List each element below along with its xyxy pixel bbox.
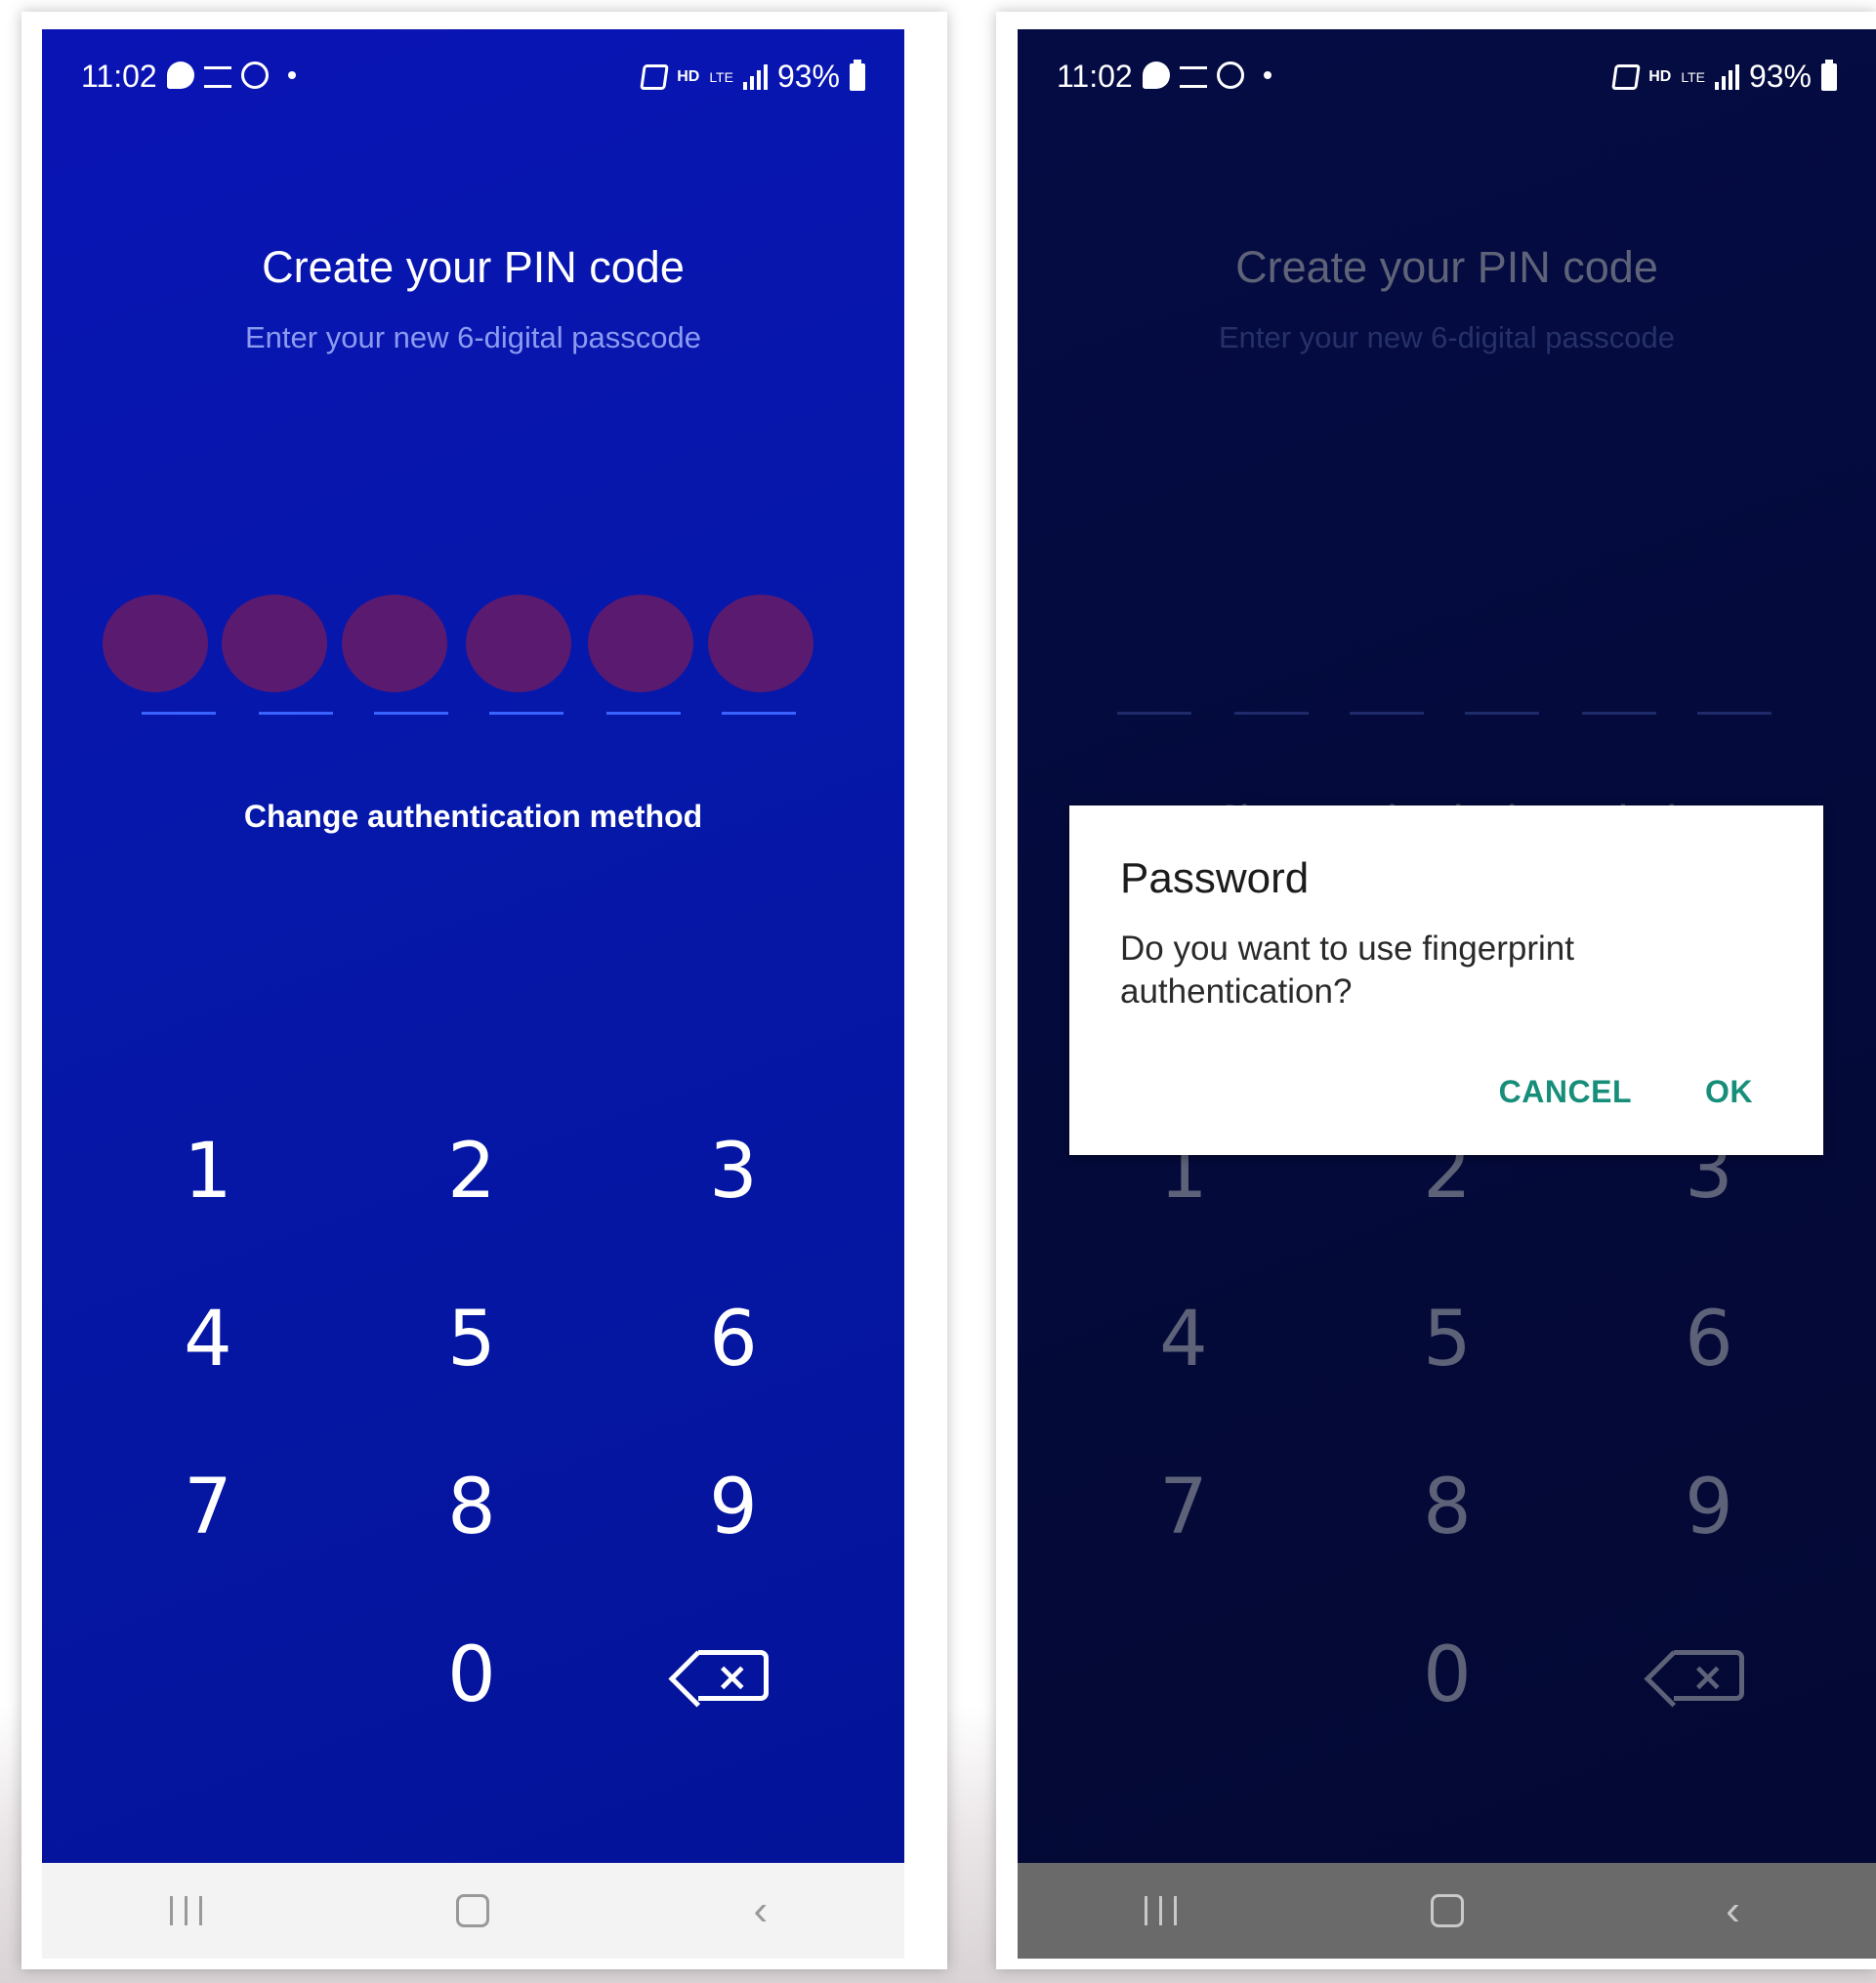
dialog-title: Password	[1120, 854, 1310, 902]
backspace-icon: ×	[1674, 1650, 1744, 1701]
key-2[interactable]: 2	[384, 1103, 560, 1240]
key-0[interactable]: 0	[384, 1607, 560, 1744]
battery-icon	[1821, 59, 1837, 91]
battery-icon	[850, 59, 865, 91]
key-5: 5	[1423, 1296, 1472, 1384]
dialog-message: Do you want to use fingerprint authentic…	[1120, 930, 1574, 1011]
talk-notification-icon	[1143, 62, 1170, 89]
system-nav-bar: ‹	[1018, 1863, 1876, 1959]
key-4[interactable]: 4	[120, 1271, 296, 1408]
status-time: 11:02	[1057, 59, 1133, 94]
screenshot-frame-left: 11:02 HD LTE 93% Create your PIN code En…	[21, 12, 947, 1969]
recents-icon[interactable]	[156, 1891, 215, 1930]
mute-icon	[640, 63, 670, 90]
pin-dot	[588, 595, 693, 692]
mute-icon	[1611, 63, 1642, 90]
fingerprint-dialog: Password Do you want to use fingerprint …	[1069, 806, 1823, 1155]
key-8[interactable]: 8	[384, 1439, 560, 1576]
more-notifications-icon	[1264, 71, 1272, 79]
lte-icon: LTE	[709, 68, 733, 85]
key-9[interactable]: 9	[646, 1439, 821, 1576]
key-0: 0	[1423, 1632, 1472, 1719]
pin-underline	[1697, 712, 1772, 715]
pin-underline	[722, 712, 796, 715]
recents-icon[interactable]	[1132, 1891, 1190, 1930]
health-icon	[241, 62, 269, 89]
weather-icon	[1180, 65, 1207, 88]
lte-icon: LTE	[1681, 68, 1705, 85]
cancel-button[interactable]: CANCEL	[1499, 1074, 1632, 1110]
page-subtitle: Enter your new 6-digital passcode	[245, 320, 701, 354]
pin-dot	[103, 595, 208, 692]
screenshot-frame-right: 11:02 HD LTE 93% Create your PIN code En…	[996, 12, 1876, 1969]
home-icon[interactable]	[443, 1891, 502, 1930]
key-9: 9	[1685, 1464, 1733, 1551]
status-bar: 11:02 HD LTE 93%	[1018, 29, 1876, 107]
ok-button[interactable]: OK	[1705, 1074, 1753, 1110]
hd-voice-icon: HD	[677, 67, 700, 85]
hd-voice-icon: HD	[1648, 67, 1672, 85]
status-time: 11:02	[81, 59, 157, 94]
pin-dot	[466, 595, 571, 692]
more-notifications-icon	[288, 71, 296, 79]
pin-underline	[489, 712, 563, 715]
signal-icon	[742, 63, 768, 90]
page-title: Create your PIN code	[1235, 242, 1658, 292]
pin-underline	[606, 712, 681, 715]
key-6[interactable]: 6	[646, 1271, 821, 1408]
pin-indicator	[1078, 595, 1791, 717]
pin-indicator	[103, 595, 815, 717]
battery-percent: 93%	[776, 59, 840, 94]
key-5[interactable]: 5	[384, 1271, 560, 1408]
key-8: 8	[1423, 1464, 1472, 1551]
page-subtitle: Enter your new 6-digital passcode	[1219, 320, 1675, 354]
home-icon[interactable]	[1418, 1891, 1477, 1930]
pin-underline	[259, 712, 333, 715]
weather-icon	[204, 65, 231, 88]
pin-underline	[142, 712, 216, 715]
talk-notification-icon	[167, 62, 194, 89]
key-6: 6	[1685, 1296, 1733, 1384]
phone-screen-right: 11:02 HD LTE 93% Create your PIN code En…	[1018, 29, 1876, 1959]
pin-dot	[342, 595, 447, 692]
signal-icon	[1714, 63, 1739, 90]
pin-underline	[1117, 712, 1191, 715]
key-7: 7	[1159, 1464, 1208, 1551]
pin-underline	[1350, 712, 1424, 715]
page-title: Create your PIN code	[262, 242, 685, 292]
key-3[interactable]: 3	[646, 1103, 821, 1240]
key-1[interactable]: 1	[120, 1103, 296, 1240]
status-bar: 11:02 HD LTE 93%	[42, 29, 904, 107]
key-4: 4	[1159, 1296, 1208, 1384]
pin-underline	[374, 712, 448, 715]
pin-underline	[1234, 712, 1309, 715]
pin-dot	[708, 595, 813, 692]
numeric-keypad: 1 2 3 4 5 6 7 8 9 0 ×	[1018, 1103, 1876, 1787]
back-icon[interactable]: ‹	[1704, 1886, 1763, 1934]
back-icon[interactable]: ‹	[731, 1886, 790, 1934]
backspace-icon: ×	[698, 1650, 769, 1701]
health-icon	[1217, 62, 1244, 89]
backspace-button: ×	[1621, 1607, 1797, 1744]
phone-screen-left: 11:02 HD LTE 93% Create your PIN code En…	[42, 29, 904, 1959]
pin-dot	[222, 595, 327, 692]
pin-underline	[1465, 712, 1539, 715]
battery-percent: 93%	[1748, 59, 1812, 94]
numeric-keypad: 1 2 3 4 5 6 7 8 9 0 ×	[42, 1103, 904, 1787]
system-nav-bar: ‹	[42, 1863, 904, 1959]
pin-underline	[1582, 712, 1656, 715]
backspace-button[interactable]: ×	[646, 1607, 821, 1744]
key-7[interactable]: 7	[120, 1439, 296, 1576]
change-auth-method-link[interactable]: Change authentication method	[42, 799, 904, 835]
